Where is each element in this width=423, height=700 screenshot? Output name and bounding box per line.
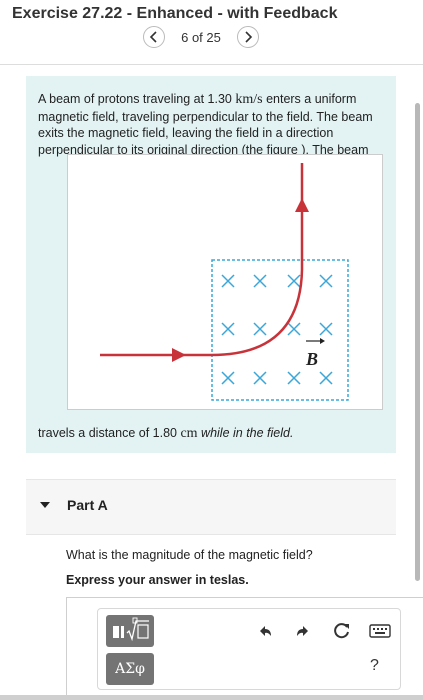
bottom-edge [0,695,423,700]
speed-unit: km/s [235,92,263,107]
problem-continuation: travels a distance of 1.80 cm while in t… [38,426,293,442]
previous-button[interactable] [143,26,165,48]
vector-arrowhead [320,338,325,344]
question-text: What is the magnitude of the magnetic fi… [66,548,313,562]
page-counter: 6 of 25 [181,29,221,45]
beam-arrow-up [295,198,309,212]
math-toolbar: ΑΣφ ? [97,608,401,690]
figure-diagram: B [100,163,349,401]
problem-statement: A beam of protons traveling at 1.30 km/s… [26,76,396,453]
reset-button[interactable] [330,619,354,643]
redo-icon [297,626,308,636]
field-label-b: B [305,349,318,369]
keyboard-icon [369,624,391,638]
chevron-right-icon [245,31,253,43]
next-button[interactable] [237,26,259,48]
symbols-button[interactable]: ΑΣφ [106,653,154,685]
answer-instruction: Express your answer in teslas. [66,573,249,587]
page-title: Exercise 27.22 - Enhanced - with Feedbac… [12,5,338,22]
problem-text-part: travels a distance of 1.80 [38,426,181,440]
caret-down-icon[interactable] [38,498,52,512]
header: Exercise 27.22 - Enhanced - with Feedbac… [0,0,423,66]
distance-unit: cm [180,426,198,441]
redo-button[interactable] [291,619,315,643]
part-a-header[interactable]: Part A [26,479,396,535]
keyboard-button[interactable] [365,619,395,643]
proton-beam-path [100,163,304,357]
reset-icon [334,623,349,639]
part-label: Part A [67,497,108,513]
problem-text: A beam of protons traveling at 1.30 km/s… [38,91,388,158]
fraction-radical-template-icon [113,617,149,642]
undo-icon [260,626,271,636]
pagination: 6 of 25 [143,25,259,49]
beam-arrow-right [172,348,186,362]
problem-text-part: A beam of protons traveling at 1.30 [38,92,236,106]
template-button[interactable] [106,615,154,647]
problem-text-italic: while in the field. [197,426,294,440]
figure: B [67,154,383,410]
chevron-left-icon [149,31,157,43]
help-button[interactable]: ? [370,657,379,675]
undo-button[interactable] [253,619,277,643]
header-divider [0,64,423,65]
scrollbar[interactable] [415,103,420,581]
